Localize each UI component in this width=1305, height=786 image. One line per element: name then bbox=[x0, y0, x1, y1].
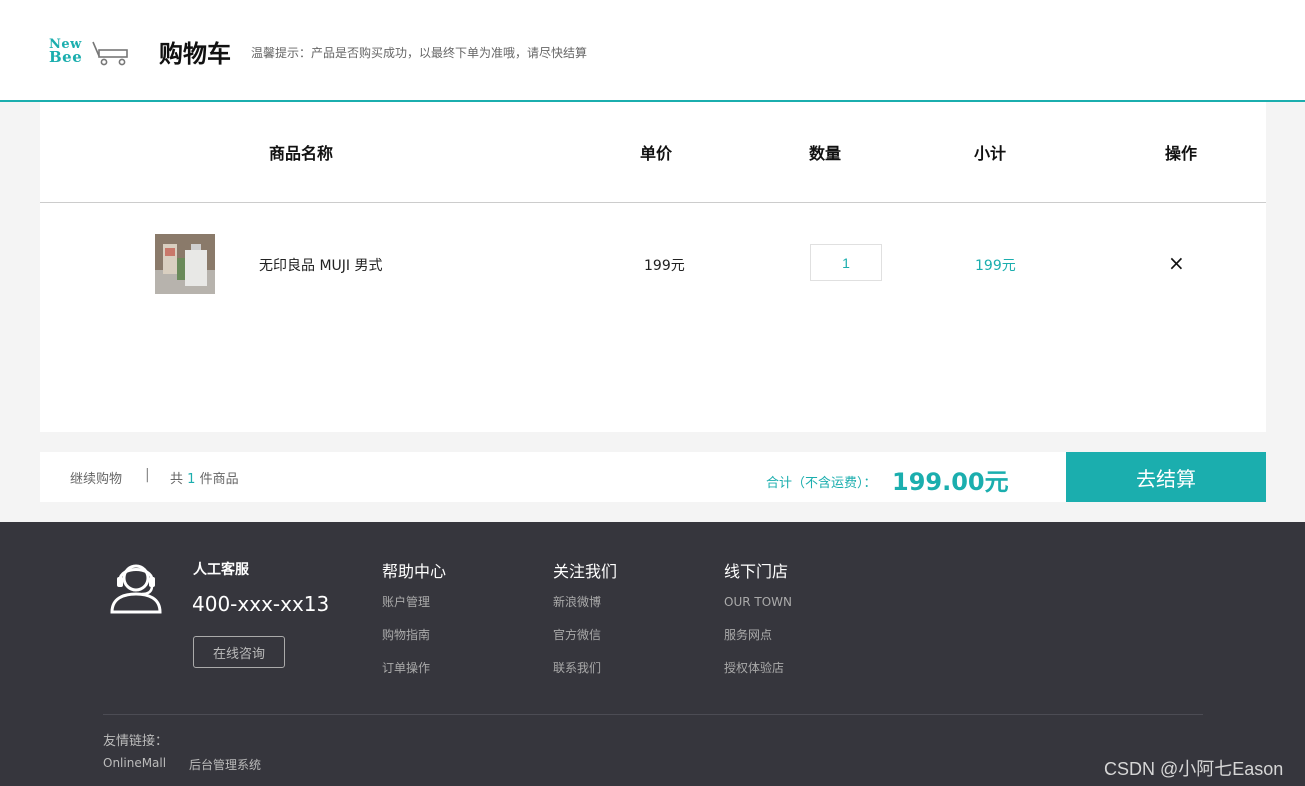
item-count-suffix: 件商品 bbox=[199, 472, 239, 487]
friend-link-admin[interactable]: 后台管理系统 bbox=[189, 756, 261, 773]
footer-column-title: 线下门店 bbox=[724, 562, 789, 581]
page-title: 购物车 bbox=[159, 40, 231, 68]
service-title: 人工客服 bbox=[193, 562, 249, 578]
footer: 人工客服 400-xxx-xx13 在线咨询 帮助中心 账户管理 购物指南 订单… bbox=[0, 522, 1305, 786]
item-count-prefix: 共 bbox=[170, 472, 184, 487]
product-name[interactable]: 无印良品 MUJI 男式 bbox=[259, 255, 382, 275]
header-operation: 操作 bbox=[1165, 144, 1198, 163]
cart-summary-bar: 继续购物 | 共 1 件商品 合计（不含运费）： 199.00元 去结算 bbox=[40, 452, 1266, 502]
footer-link-order[interactable]: 订单操作 bbox=[382, 660, 446, 693]
online-consult-button[interactable]: 在线咨询 bbox=[193, 636, 285, 668]
cart-table: 商品名称 单价 数量 小计 操作 无印良品 MUJI 男式 199元 199元 … bbox=[40, 102, 1266, 432]
item-count-number: 1 bbox=[187, 472, 196, 487]
footer-link-authorized-store[interactable]: 授权体验店 bbox=[724, 660, 792, 693]
footer-link-weibo[interactable]: 新浪微博 bbox=[553, 594, 617, 627]
product-thumbnail[interactable] bbox=[155, 234, 215, 294]
footer-column-title: 帮助中心 bbox=[382, 562, 447, 581]
logo-text-bee: Bee bbox=[49, 48, 83, 66]
checkout-button[interactable]: 去结算 bbox=[1066, 452, 1266, 502]
header-subtotal: 小计 bbox=[974, 144, 1007, 163]
footer-link-service-points[interactable]: 服务网点 bbox=[724, 627, 792, 660]
footer-link-contact[interactable]: 联系我们 bbox=[553, 660, 617, 693]
cart-logo-icon bbox=[92, 41, 128, 66]
footer-column-follow: 关注我们 新浪微博 官方微信 联系我们 bbox=[553, 558, 617, 693]
footer-link-wechat[interactable]: 官方微信 bbox=[553, 627, 617, 660]
total-label: 合计（不含运费）： bbox=[766, 476, 877, 491]
total-amount: 199.00元 bbox=[892, 468, 1009, 496]
footer-link-our-town[interactable]: OUR TOWN bbox=[724, 594, 792, 627]
summary-separator: | bbox=[145, 467, 150, 483]
friend-link-onlinemall[interactable]: OnlineMall bbox=[103, 756, 166, 770]
footer-link-account[interactable]: 账户管理 bbox=[382, 594, 446, 627]
footer-link-guide[interactable]: 购物指南 bbox=[382, 627, 446, 660]
header-product-name: 商品名称 bbox=[269, 144, 334, 163]
newbee-logo[interactable]: New Bee bbox=[49, 36, 133, 68]
footer-column-help: 帮助中心 账户管理 购物指南 订单操作 bbox=[382, 558, 446, 693]
product-unit-price: 199元 bbox=[644, 258, 685, 274]
warm-tip: 温馨提示：产品是否购买成功，以最终下单为准哦，请尽快结算 bbox=[251, 46, 588, 60]
friend-links-label: 友情链接： bbox=[103, 734, 169, 749]
csdn-watermark: CSDN @小阿七Eason bbox=[1104, 759, 1284, 779]
item-count: 共 1 件商品 bbox=[170, 468, 239, 487]
quantity-input[interactable] bbox=[810, 244, 882, 281]
product-subtotal: 199元 bbox=[975, 258, 1016, 274]
header-quantity: 数量 bbox=[809, 144, 842, 163]
remove-item-button[interactable]: × bbox=[1168, 251, 1185, 275]
customer-service-icon bbox=[110, 564, 162, 614]
footer-column-stores: 线下门店 OUR TOWN 服务网点 授权体验店 bbox=[724, 558, 792, 693]
continue-shopping-link[interactable]: 继续购物 bbox=[70, 468, 122, 487]
header-unit-price: 单价 bbox=[640, 144, 673, 163]
header: New Bee 购物车 温馨提示：产品是否购买成功，以最终下单为准哦，请尽快结算 bbox=[0, 0, 1305, 102]
footer-divider bbox=[103, 714, 1203, 715]
footer-column-title: 关注我们 bbox=[553, 562, 618, 581]
table-row: 无印良品 MUJI 男式 199元 199元 × bbox=[40, 203, 1266, 323]
service-phone: 400-xxx-xx13 bbox=[192, 592, 330, 616]
table-header: 商品名称 单价 数量 小计 操作 bbox=[40, 102, 1266, 203]
